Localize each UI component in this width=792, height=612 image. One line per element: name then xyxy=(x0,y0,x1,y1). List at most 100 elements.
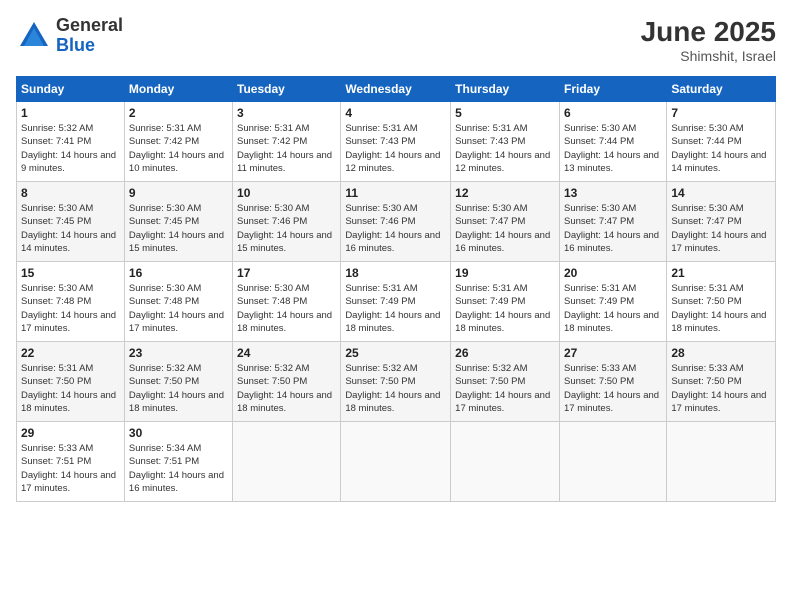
table-row: 8 Sunrise: 5:30 AM Sunset: 7:45 PM Daylig… xyxy=(17,182,125,262)
day-number: 6 xyxy=(564,106,662,120)
day-info: Sunrise: 5:31 AM Sunset: 7:42 PM Dayligh… xyxy=(237,122,336,175)
day-info: Sunrise: 5:30 AM Sunset: 7:48 PM Dayligh… xyxy=(21,282,120,335)
day-number: 9 xyxy=(129,186,228,200)
table-row xyxy=(667,422,776,502)
table-row: 23 Sunrise: 5:32 AM Sunset: 7:50 PM Dayli… xyxy=(124,342,232,422)
day-info: Sunrise: 5:33 AM Sunset: 7:50 PM Dayligh… xyxy=(564,362,662,415)
day-number: 20 xyxy=(564,266,662,280)
table-row: 28 Sunrise: 5:33 AM Sunset: 7:50 PM Dayli… xyxy=(667,342,776,422)
table-row: 1 Sunrise: 5:32 AM Sunset: 7:41 PM Daylig… xyxy=(17,102,125,182)
table-row: 18 Sunrise: 5:31 AM Sunset: 7:49 PM Dayli… xyxy=(341,262,451,342)
table-row: 15Sunrise: 5:30 AM Sunset: 7:48 PM Dayli… xyxy=(17,262,125,342)
col-saturday: Saturday xyxy=(667,77,776,102)
col-friday: Friday xyxy=(559,77,666,102)
col-wednesday: Wednesday xyxy=(341,77,451,102)
day-info: Sunrise: 5:31 AM Sunset: 7:49 PM Dayligh… xyxy=(564,282,662,335)
day-number: 11 xyxy=(345,186,446,200)
table-row: 19 Sunrise: 5:31 AM Sunset: 7:49 PM Dayli… xyxy=(451,262,560,342)
table-row: 2 Sunrise: 5:31 AM Sunset: 7:42 PM Daylig… xyxy=(124,102,232,182)
day-number: 29 xyxy=(21,426,120,440)
day-number: 28 xyxy=(671,346,771,360)
day-info: Sunrise: 5:30 AM Sunset: 7:48 PM Dayligh… xyxy=(237,282,336,335)
table-row: 7 Sunrise: 5:30 AM Sunset: 7:44 PM Daylig… xyxy=(667,102,776,182)
day-info: Sunrise: 5:33 AM Sunset: 7:50 PM Dayligh… xyxy=(671,362,771,415)
day-info: Sunrise: 5:30 AM Sunset: 7:45 PM Dayligh… xyxy=(129,202,228,255)
calendar-row: 1 Sunrise: 5:32 AM Sunset: 7:41 PM Daylig… xyxy=(17,102,776,182)
day-number: 13 xyxy=(564,186,662,200)
day-number: 1 xyxy=(21,106,120,120)
day-number: 23 xyxy=(129,346,228,360)
day-number: 2 xyxy=(129,106,228,120)
table-row: 17 Sunrise: 5:30 AM Sunset: 7:48 PM Dayli… xyxy=(233,262,341,342)
day-info: Sunrise: 5:32 AM Sunset: 7:41 PM Dayligh… xyxy=(21,122,120,175)
day-info: Sunrise: 5:34 AM Sunset: 7:51 PM Dayligh… xyxy=(129,442,228,495)
day-number: 19 xyxy=(455,266,555,280)
col-tuesday: Tuesday xyxy=(233,77,341,102)
table-row: 4Sunrise: 5:31 AM Sunset: 7:43 PM Daylig… xyxy=(341,102,451,182)
day-number: 22 xyxy=(21,346,120,360)
day-number: 10 xyxy=(237,186,336,200)
day-info: Sunrise: 5:31 AM Sunset: 7:49 PM Dayligh… xyxy=(455,282,555,335)
day-number: 27 xyxy=(564,346,662,360)
day-info: Sunrise: 5:32 AM Sunset: 7:50 PM Dayligh… xyxy=(455,362,555,415)
day-number: 25 xyxy=(345,346,446,360)
month-title: June 2025 xyxy=(641,16,776,48)
table-row: 24Sunrise: 5:32 AM Sunset: 7:50 PM Dayli… xyxy=(233,342,341,422)
day-info: Sunrise: 5:31 AM Sunset: 7:50 PM Dayligh… xyxy=(21,362,120,415)
col-monday: Monday xyxy=(124,77,232,102)
page: General Blue June 2025 Shimshit, Israel … xyxy=(0,0,792,612)
day-number: 17 xyxy=(237,266,336,280)
table-row: 14Sunrise: 5:30 AM Sunset: 7:47 PM Dayli… xyxy=(667,182,776,262)
day-info: Sunrise: 5:30 AM Sunset: 7:47 PM Dayligh… xyxy=(564,202,662,255)
day-number: 8 xyxy=(21,186,120,200)
table-row: 6 Sunrise: 5:30 AM Sunset: 7:44 PM Daylig… xyxy=(559,102,666,182)
table-row: 29Sunrise: 5:33 AM Sunset: 7:51 PM Dayli… xyxy=(17,422,125,502)
day-number: 26 xyxy=(455,346,555,360)
col-thursday: Thursday xyxy=(451,77,560,102)
calendar-row: 29Sunrise: 5:33 AM Sunset: 7:51 PM Dayli… xyxy=(17,422,776,502)
day-info: Sunrise: 5:32 AM Sunset: 7:50 PM Dayligh… xyxy=(129,362,228,415)
day-number: 12 xyxy=(455,186,555,200)
table-row: 9 Sunrise: 5:30 AM Sunset: 7:45 PM Daylig… xyxy=(124,182,232,262)
day-number: 16 xyxy=(129,266,228,280)
calendar-header-row: Sunday Monday Tuesday Wednesday Thursday… xyxy=(17,77,776,102)
day-number: 18 xyxy=(345,266,446,280)
table-row: 26 Sunrise: 5:32 AM Sunset: 7:50 PM Dayli… xyxy=(451,342,560,422)
table-row: 3 Sunrise: 5:31 AM Sunset: 7:42 PM Daylig… xyxy=(233,102,341,182)
logo-icon xyxy=(16,18,52,54)
calendar: Sunday Monday Tuesday Wednesday Thursday… xyxy=(16,76,776,502)
day-info: Sunrise: 5:30 AM Sunset: 7:48 PM Dayligh… xyxy=(129,282,228,335)
day-number: 4 xyxy=(345,106,446,120)
table-row xyxy=(451,422,560,502)
calendar-row: 8 Sunrise: 5:30 AM Sunset: 7:45 PM Daylig… xyxy=(17,182,776,262)
table-row: 10Sunrise: 5:30 AM Sunset: 7:46 PM Dayli… xyxy=(233,182,341,262)
day-number: 7 xyxy=(671,106,771,120)
table-row: 27 Sunrise: 5:33 AM Sunset: 7:50 PM Dayli… xyxy=(559,342,666,422)
day-info: Sunrise: 5:30 AM Sunset: 7:44 PM Dayligh… xyxy=(671,122,771,175)
day-info: Sunrise: 5:30 AM Sunset: 7:47 PM Dayligh… xyxy=(671,202,771,255)
day-number: 24 xyxy=(237,346,336,360)
day-number: 21 xyxy=(671,266,771,280)
day-number: 30 xyxy=(129,426,228,440)
day-number: 5 xyxy=(455,106,555,120)
table-row: 20 Sunrise: 5:31 AM Sunset: 7:49 PM Dayli… xyxy=(559,262,666,342)
header: General Blue June 2025 Shimshit, Israel xyxy=(16,16,776,64)
day-info: Sunrise: 5:30 AM Sunset: 7:44 PM Dayligh… xyxy=(564,122,662,175)
day-number: 3 xyxy=(237,106,336,120)
table-row xyxy=(559,422,666,502)
col-sunday: Sunday xyxy=(17,77,125,102)
day-info: Sunrise: 5:31 AM Sunset: 7:50 PM Dayligh… xyxy=(671,282,771,335)
table-row: 5 Sunrise: 5:31 AM Sunset: 7:43 PM Daylig… xyxy=(451,102,560,182)
table-row: 25Sunrise: 5:32 AM Sunset: 7:50 PM Dayli… xyxy=(341,342,451,422)
table-row: 21 Sunrise: 5:31 AM Sunset: 7:50 PM Dayli… xyxy=(667,262,776,342)
day-info: Sunrise: 5:31 AM Sunset: 7:49 PM Dayligh… xyxy=(345,282,446,335)
day-info: Sunrise: 5:30 AM Sunset: 7:46 PM Dayligh… xyxy=(345,202,446,255)
logo: General Blue xyxy=(16,16,123,56)
day-info: Sunrise: 5:30 AM Sunset: 7:45 PM Dayligh… xyxy=(21,202,120,255)
day-info: Sunrise: 5:31 AM Sunset: 7:43 PM Dayligh… xyxy=(455,122,555,175)
table-row xyxy=(233,422,341,502)
logo-text: General Blue xyxy=(56,16,123,56)
day-info: Sunrise: 5:31 AM Sunset: 7:42 PM Dayligh… xyxy=(129,122,228,175)
title-block: June 2025 Shimshit, Israel xyxy=(641,16,776,64)
day-info: Sunrise: 5:30 AM Sunset: 7:47 PM Dayligh… xyxy=(455,202,555,255)
